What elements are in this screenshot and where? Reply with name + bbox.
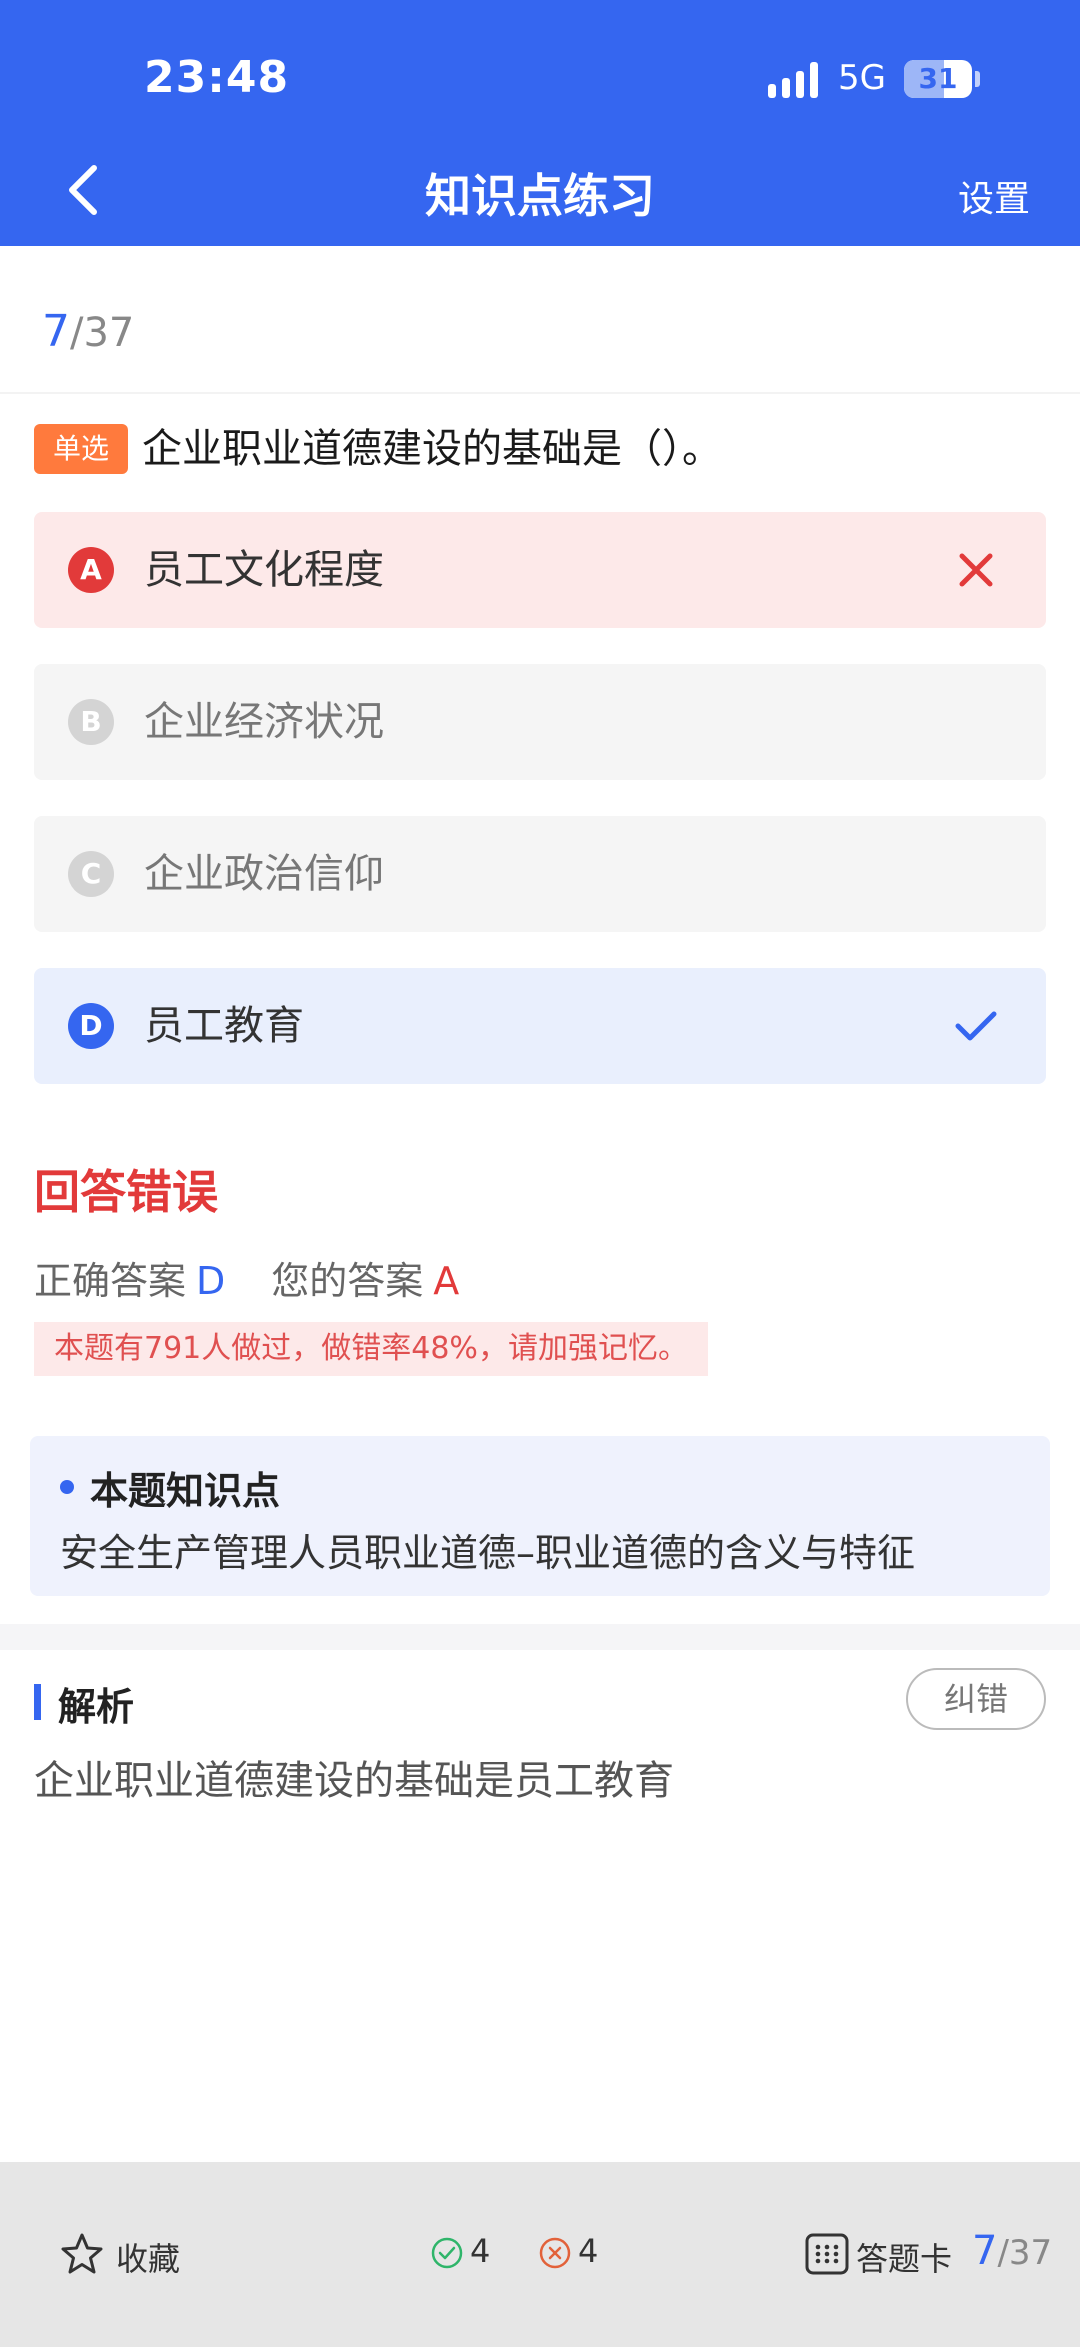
- option-d[interactable]: D 员工教育: [34, 968, 1046, 1084]
- divider: [0, 392, 1080, 394]
- bottom-progress-current: 7: [972, 2228, 998, 2274]
- progress-current: 7: [42, 306, 70, 357]
- bottom-progress-total: /37: [997, 2233, 1053, 2273]
- option-letter: A: [68, 547, 114, 593]
- error-rate-stat: 本题有791人做过，做错率48%，请加强记忆。: [34, 1322, 708, 1376]
- analysis-title: 解析: [58, 1685, 135, 1729]
- correct-count: 4: [470, 2232, 491, 2270]
- correct-answer-label: 正确答案: [34, 1259, 187, 1303]
- section-gap: [0, 1624, 1080, 1650]
- battery-level: 31: [918, 62, 958, 95]
- knowledge-point-title: 本题知识点: [90, 1469, 281, 1513]
- option-c[interactable]: C 企业政治信仰: [34, 816, 1046, 932]
- answer-summary: 正确答案 D 您的答案 A: [34, 1250, 459, 1305]
- bottom-progress: 7/37: [972, 2228, 1052, 2274]
- favorite-button[interactable]: 收藏: [116, 2234, 180, 2280]
- header: 23:48 5G 31 知识点练习 设置: [0, 0, 1080, 246]
- wrong-x-icon: [954, 548, 998, 592]
- report-error-button[interactable]: 纠错: [906, 1668, 1046, 1730]
- correct-answer-value: D: [196, 1259, 226, 1303]
- network-type: 5G: [838, 58, 886, 98]
- settings-button[interactable]: 设置: [958, 170, 1030, 222]
- analysis-text: 企业职业道德建设的基础是员工教育: [34, 1758, 674, 1804]
- option-text: 员工文化程度: [144, 547, 384, 593]
- bottom-bar: 收藏 4 4 答题卡 7/37: [0, 2162, 1080, 2347]
- answer-card-button[interactable]: 答题卡: [856, 2234, 952, 2280]
- your-answer-value: A: [433, 1259, 460, 1303]
- answer-card-icon[interactable]: [804, 2232, 850, 2276]
- section-accent-bar: [34, 1684, 41, 1720]
- option-text: 企业经济状况: [144, 699, 384, 745]
- correct-circle-icon: [430, 2236, 464, 2270]
- bullet-dot: [60, 1480, 74, 1494]
- option-letter: C: [68, 851, 114, 897]
- option-b[interactable]: B 企业经济状况: [34, 664, 1046, 780]
- option-letter: D: [68, 1003, 114, 1049]
- option-text: 企业政治信仰: [144, 851, 384, 897]
- question-text: 企业职业道德建设的基础是（）。: [142, 426, 722, 472]
- result-title: 回答错误: [34, 1165, 218, 1219]
- signal-icon: [768, 62, 820, 98]
- status-time: 23:48: [144, 52, 290, 103]
- battery-icon: 31: [904, 60, 972, 98]
- question-type-badge: 单选: [34, 424, 128, 474]
- page-title: 知识点练习: [425, 169, 655, 223]
- progress-total: /37: [70, 310, 135, 356]
- wrong-count: 4: [578, 2232, 599, 2270]
- question-progress: 7/37: [42, 306, 134, 357]
- battery-tip: [975, 71, 980, 87]
- option-letter: B: [68, 699, 114, 745]
- knowledge-point-card: 本题知识点 安全生产管理人员职业道德–职业道德的含义与特征: [30, 1436, 1050, 1596]
- option-a[interactable]: A 员工文化程度: [34, 512, 1046, 628]
- your-answer-label: 您的答案: [271, 1259, 424, 1303]
- knowledge-point-text[interactable]: 安全生产管理人员职业道德–职业道德的含义与特征: [60, 1522, 915, 1577]
- check-icon: [954, 1004, 998, 1048]
- wrong-circle-icon: [538, 2236, 572, 2270]
- star-icon[interactable]: [60, 2232, 104, 2276]
- option-text: 员工教育: [144, 1003, 304, 1049]
